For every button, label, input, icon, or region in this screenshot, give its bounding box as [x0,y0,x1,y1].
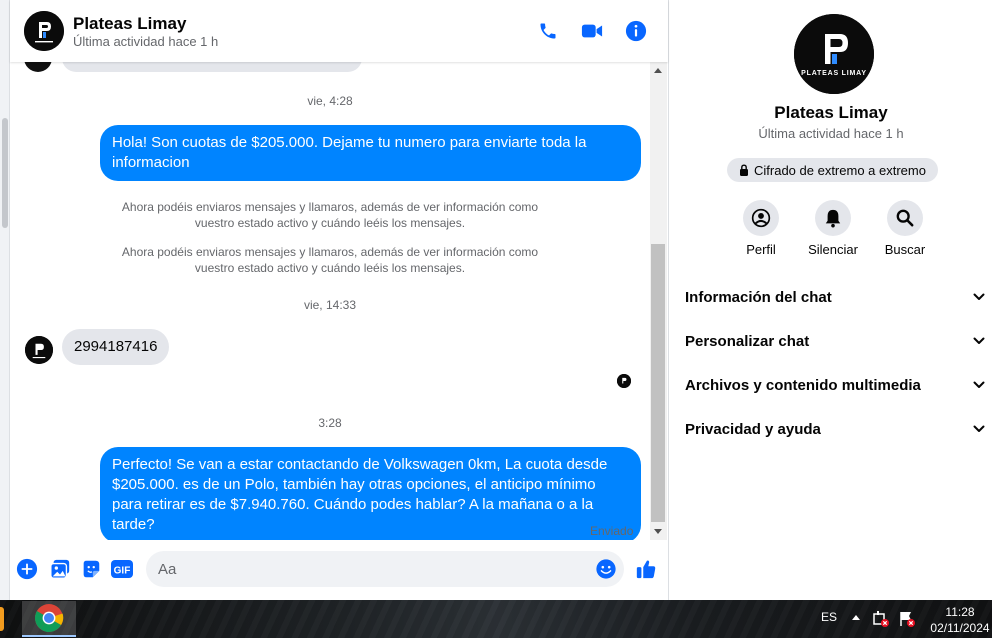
scroll-thumb[interactable] [651,244,665,522]
section-label: Privacidad y ayuda [685,420,821,438]
section-label: Información del chat [685,288,832,306]
scroll-up-arrow[interactable] [654,68,662,73]
section-customize-chat[interactable]: Personalizar chat [685,323,985,359]
network-icon[interactable] [872,610,890,628]
video-call-icon[interactable] [579,18,605,44]
chat-header: Plateas Limay Última actividad hace 1 h [10,0,668,62]
search-icon [887,200,923,236]
gif-icon[interactable]: GIF [110,557,134,581]
chat-panel: Plateas Limay Última actividad hace 1 h … [10,0,668,600]
conversation-details-panel: PLATEAS LIMAY Plateas Limay Última activ… [668,0,992,600]
encryption-label: Cifrado de extremo a extremo [754,162,926,178]
contact-status: Última actividad hace 1 h [73,34,219,49]
chevron-down-icon [973,337,985,344]
sent-status: Enviado [590,524,634,538]
plateas-logo-icon: PLATEAS LIMAY [794,14,874,94]
incoming-message[interactable]: 2994187416 [62,329,170,365]
clock-time: 11:28 [945,605,975,619]
chrome-icon [35,604,64,632]
message-list[interactable]: vie, 4:28 Hola! Son cuotas de $205.000. … [10,62,650,540]
timestamp: vie, 14:33 [303,298,357,312]
chevron-down-icon [973,293,985,300]
clock-date: 02/11/2024 [930,621,990,635]
sticker-icon[interactable] [79,557,103,581]
gif-label: GIF [114,566,131,577]
outgoing-message[interactable]: Hola! Son cuotas de $205.000. Dejame tu … [100,125,641,181]
composer: GIF [10,540,668,600]
taskbar-app-edge[interactable] [0,607,4,631]
partial-incoming-bubble[interactable] [62,62,362,72]
taskbar-clock[interactable]: 11:28 02/11/2024 [930,604,990,636]
left-scroll-thumb[interactable] [2,118,8,228]
section-chat-info[interactable]: Información del chat [685,279,985,315]
profile-label: Perfil [746,242,776,257]
language-indicator[interactable]: ES [821,610,837,624]
partial-avatar [24,62,52,72]
contact-name[interactable]: Plateas Limay [73,14,186,34]
logo-wordmark: PLATEAS LIMAY [801,70,867,77]
windows-taskbar: ES 11:28 02/11/2024 [0,600,992,638]
bell-icon [815,200,851,236]
search-label: Buscar [884,242,926,257]
tray-expand-icon[interactable] [852,615,860,620]
phone-icon[interactable] [535,18,561,44]
lock-icon [740,164,748,176]
system-notice: Ahora podéis enviaros mensajes y llamaro… [121,200,539,230]
panel-contact-name: Plateas Limay [774,103,888,122]
mute-action[interactable]: Silenciar [797,200,869,257]
seen-receipt-avatar [617,374,631,388]
message-input[interactable] [146,551,624,587]
outgoing-message[interactable]: Perfecto! Se van a estar contactando de … [100,447,641,540]
emoji-icon[interactable] [594,557,618,581]
messenger-window: Plateas Limay Última actividad hace 1 h … [0,0,992,638]
chevron-down-icon [973,425,985,432]
encryption-badge[interactable]: Cifrado de extremo a extremo [727,158,938,182]
action-center-flag-icon[interactable] [898,610,916,628]
section-privacy-help[interactable]: Privacidad y ayuda [685,411,985,447]
like-icon[interactable] [634,557,658,581]
scroll-down-arrow[interactable] [654,529,662,534]
panel-contact-status: Última actividad hace 1 h [758,126,904,141]
info-icon[interactable] [623,18,649,44]
profile-icon [743,200,779,236]
search-action[interactable]: Buscar [869,200,941,257]
timestamp: 3:28 [318,416,342,430]
contact-avatar-small[interactable] [25,336,53,364]
left-scroll-strip[interactable] [0,0,10,600]
section-media-files[interactable]: Archivos y contenido multimedia [685,367,985,403]
photo-icon[interactable] [48,557,72,581]
chat-scrollbar[interactable] [650,62,667,540]
profile-action[interactable]: Perfil [725,200,797,257]
mute-label: Silenciar [808,242,858,257]
system-notice: Ahora podéis enviaros mensajes y llamaro… [121,245,539,275]
timestamp: vie, 4:28 [307,94,353,108]
contact-avatar[interactable] [24,11,64,51]
section-label: Archivos y contenido multimedia [685,376,921,394]
section-label: Personalizar chat [685,332,810,350]
chevron-down-icon [973,381,985,388]
contact-avatar-large[interactable]: PLATEAS LIMAY [794,14,874,94]
plateas-logo-icon [24,11,64,51]
chrome-taskbar-button[interactable] [22,601,76,637]
plateas-logo-icon [25,336,53,364]
plus-icon[interactable] [15,557,39,581]
